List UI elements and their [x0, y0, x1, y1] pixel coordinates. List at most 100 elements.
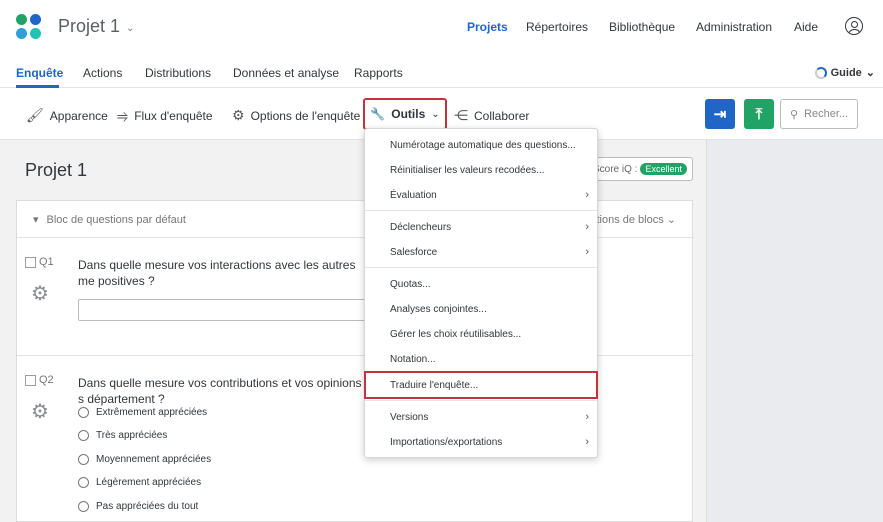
menu-item-conjoint[interactable]: Analyses conjointes...	[365, 297, 597, 321]
gear-icon[interactable]: ⚙	[31, 399, 49, 424]
block-options-button[interactable]: tions de blocs ⌄	[596, 213, 676, 226]
nav-repertoires[interactable]: Répertoires	[526, 20, 588, 34]
chevron-right-icon: ›	[585, 436, 589, 448]
radio-button[interactable]	[78, 407, 89, 418]
search-placeholder: Recher...	[804, 108, 849, 120]
menu-item-reset-recode[interactable]: Réinitialiser les valeurs recodées...	[365, 158, 597, 182]
right-panel	[706, 140, 883, 522]
menu-item-evaluation[interactable]: Évaluation ›	[365, 183, 597, 207]
radio-button[interactable]	[78, 430, 89, 441]
radio-button[interactable]	[78, 454, 89, 465]
tab-rapports[interactable]: Rapports	[354, 66, 403, 80]
question-checkbox[interactable]	[25, 257, 36, 268]
menu-item-label: Numérotage automatique des questions...	[390, 139, 576, 151]
chevron-right-icon: ›	[585, 221, 589, 233]
menu-item-label: Analyses conjointes...	[390, 303, 487, 315]
appearance-label: Apparence	[49, 108, 108, 123]
menu-item-label: Versions	[390, 411, 429, 423]
block-label: Bloc de questions par défaut	[46, 213, 186, 226]
menu-item-label: Quotas...	[390, 278, 431, 290]
tab-actions[interactable]: Actions	[83, 66, 122, 80]
survey-options-label: Options de l'enquête	[250, 108, 361, 123]
menu-item-label: Déclencheurs	[390, 221, 452, 233]
choice-label: Pas appréciées du tout	[96, 501, 199, 512]
menu-item-translate-survey[interactable]: Traduire l'enquête...	[364, 371, 598, 399]
tab-distributions[interactable]: Distributions	[145, 66, 211, 80]
guide-label: Guide	[830, 66, 862, 79]
tab-enquete[interactable]: Enquête	[16, 66, 63, 80]
choice-label: Moyennement appréciées	[96, 454, 212, 465]
tools-label: Outils	[391, 107, 426, 121]
publish-button[interactable]: ⤒	[744, 99, 774, 129]
flow-icon: ⥤	[117, 107, 129, 123]
menu-item-label: Évaluation	[390, 189, 437, 201]
nav-projets[interactable]: Projets	[467, 20, 508, 34]
radio-button[interactable]	[78, 477, 89, 488]
tools-menu-button[interactable]: 🔧 Outils ⌄	[363, 98, 447, 130]
nav-administration[interactable]: Administration	[696, 20, 772, 34]
user-account-icon[interactable]	[845, 17, 863, 35]
survey-title: Projet 1	[25, 160, 88, 180]
tab-donnees-analyse[interactable]: Données et analyse	[233, 66, 339, 80]
menu-item-label: Importations/exportations	[390, 436, 503, 448]
menu-item-import-export[interactable]: Importations/exportations ›	[365, 430, 597, 454]
menu-item-label: Gérer les choix réutilisables...	[390, 328, 522, 340]
radio-button[interactable]	[78, 501, 89, 512]
guide-button[interactable]: Guide ⌄	[814, 66, 875, 79]
choice-option[interactable]: Pas appréciées du tout	[78, 501, 198, 512]
collaborate-button[interactable]: ⋲ Collaborer	[454, 107, 529, 124]
menu-item-salesforce[interactable]: Salesforce ›	[365, 240, 597, 264]
nav-bibliotheque[interactable]: Bibliothèque	[609, 20, 675, 34]
menu-item-scoring[interactable]: Notation...	[365, 347, 597, 371]
app-logo-icon[interactable]	[16, 14, 42, 40]
collaborate-label: Collaborer	[474, 108, 530, 123]
choice-option[interactable]: Légèrement appréciées	[78, 477, 201, 488]
menu-item-quotas[interactable]: Quotas...	[365, 272, 597, 296]
preview-button[interactable]: ⇥	[705, 99, 735, 129]
menu-item-label: Traduire l'enquête...	[390, 379, 479, 391]
menu-item-label: Réinitialiser les valeurs recodées...	[390, 164, 545, 176]
upload-icon: ⤒	[755, 105, 763, 123]
survey-options-button[interactable]: ⚙ Options de l'enquête	[232, 107, 360, 124]
question-text[interactable]: Dans quelle mesure vos contributions et …	[78, 375, 368, 407]
chevron-right-icon: ›	[585, 189, 589, 201]
gear-icon[interactable]: ⚙	[31, 281, 49, 306]
menu-item-auto-numbering[interactable]: Numérotage automatique des questions...	[365, 133, 597, 157]
survey-tabs: Enquête Actions Distributions Données et…	[0, 54, 883, 88]
menu-divider	[365, 210, 597, 211]
chevron-down-icon: ⌄	[865, 67, 875, 79]
menu-item-label: Notation...	[390, 353, 436, 365]
survey-flow-button[interactable]: ⥤ Flux d'enquête	[117, 107, 213, 124]
search-input[interactable]: ⚲ Recher...	[780, 99, 858, 129]
block-title[interactable]: ▾ Bloc de questions par défaut	[33, 213, 186, 227]
project-switcher[interactable]: Projet 1 ⌄	[58, 16, 134, 37]
question-number: Q1	[39, 256, 54, 268]
caret-down-icon: ▾	[33, 214, 39, 226]
choice-label: Légèrement appréciées	[96, 477, 202, 488]
choice-option[interactable]: Très appréciées	[78, 430, 167, 441]
question-number: Q2	[39, 374, 54, 386]
menu-item-reusable-choices[interactable]: Gérer les choix réutilisables...	[365, 322, 597, 346]
paintbrush-icon: 🖌	[26, 107, 44, 123]
exit-arrow-icon: ⇥	[713, 106, 727, 123]
menu-item-versions[interactable]: Versions ›	[365, 405, 597, 429]
iq-score-badge[interactable]: Score iQ : Excellent	[590, 157, 693, 181]
appearance-button[interactable]: 🖌 Apparence	[26, 107, 108, 124]
choice-option[interactable]: Moyennement appréciées	[78, 454, 211, 465]
wrench-icon: 🔧	[370, 107, 386, 121]
chevron-down-icon: ⌄	[431, 108, 440, 120]
share-icon: ⋲	[454, 107, 468, 123]
menu-item-triggers[interactable]: Déclencheurs ›	[365, 215, 597, 239]
question-checkbox[interactable]	[25, 375, 36, 386]
choice-option[interactable]: Extrêmement appréciées	[78, 407, 207, 418]
nav-aide[interactable]: Aide	[794, 20, 818, 34]
progress-ring-icon	[814, 66, 827, 79]
gear-icon: ⚙	[232, 107, 245, 123]
choice-label: Extrêmement appréciées	[96, 407, 208, 418]
tools-dropdown-menu: Numérotage automatique des questions... …	[364, 128, 598, 458]
menu-divider	[365, 267, 597, 268]
chevron-right-icon: ›	[585, 411, 589, 423]
menu-divider	[365, 400, 597, 401]
question-text[interactable]: Dans quelle mesure vos interactions avec…	[78, 257, 368, 289]
text-entry-field[interactable]	[78, 299, 368, 321]
